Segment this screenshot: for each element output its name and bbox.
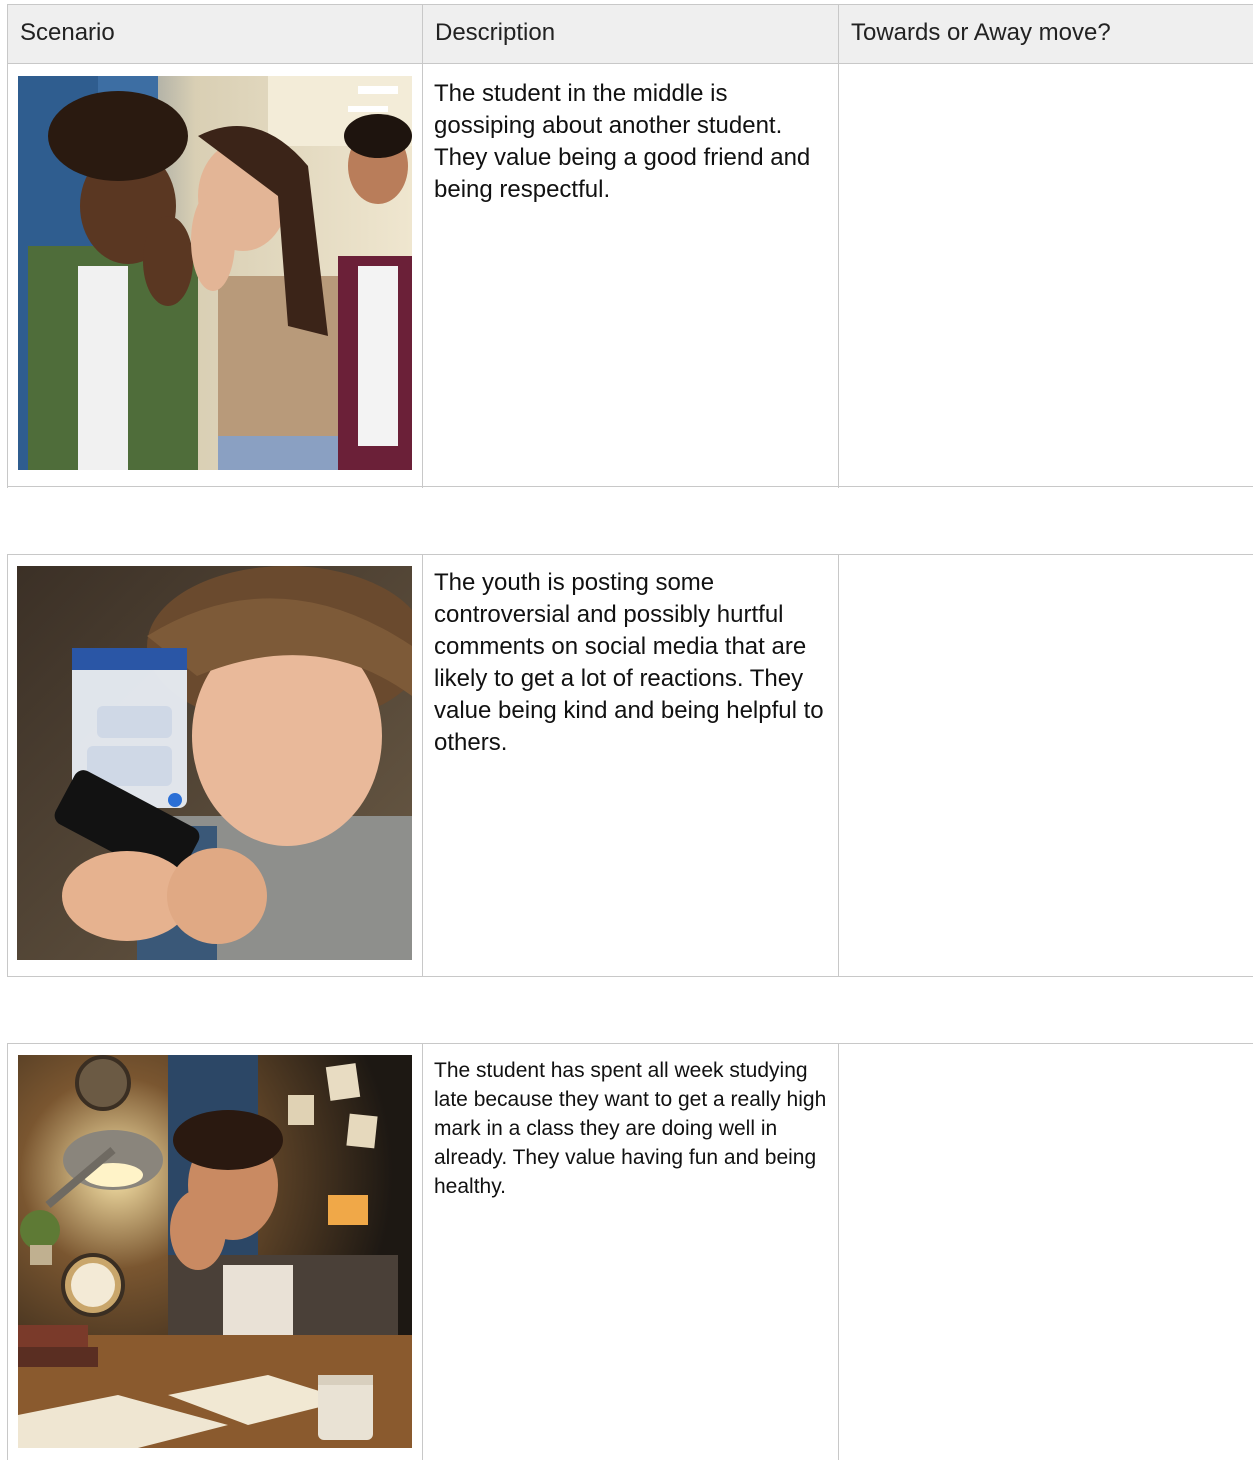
scenario-image-1 (18, 76, 412, 470)
answer-cell-3[interactable] (850, 1056, 1240, 1446)
photo-youth-on-phone-icon (17, 566, 412, 960)
header-scenario: Scenario (20, 19, 115, 46)
scenario-image-3 (18, 1055, 412, 1448)
description-text-3: The student has spent all week studying … (434, 1059, 827, 1198)
scenario-image-2 (17, 566, 412, 960)
table-header-row: Scenario Description Towards or Away mov… (7, 4, 1253, 64)
description-text-1: The student in the middle is gossiping a… (434, 80, 811, 203)
photo-students-whispering-icon (18, 76, 412, 470)
scenario-table-1: Scenario Description Towards or Away mov… (7, 4, 1253, 488)
answer-cell-1[interactable] (850, 78, 1240, 468)
photo-tired-student-studying-icon (18, 1055, 412, 1448)
description-text-2: The youth is posting some controversial … (434, 569, 824, 756)
answer-cell-2[interactable] (850, 567, 1240, 957)
header-description: Description (435, 19, 556, 46)
scenario-table-2: The youth is posting some controversial … (7, 554, 1253, 977)
header-towards-or-away: Towards or Away move? (851, 19, 1111, 46)
scenario-table-3: The student has spent all week studying … (7, 1043, 1253, 1460)
